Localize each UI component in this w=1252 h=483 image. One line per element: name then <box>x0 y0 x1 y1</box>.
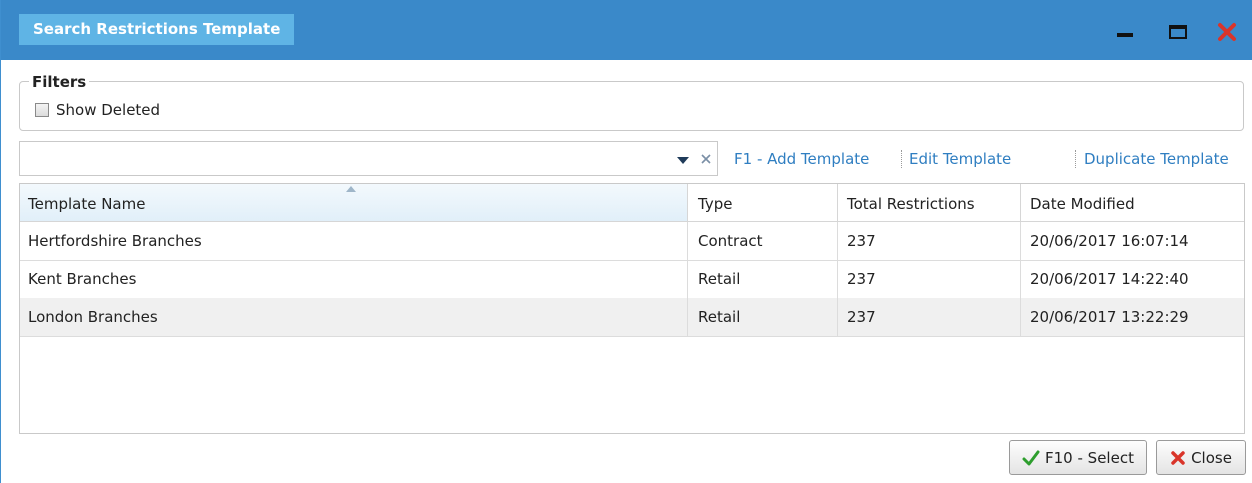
template-search-combo[interactable] <box>19 141 718 176</box>
cell-template-name: London Branches <box>20 298 688 336</box>
close-button-label: Close <box>1191 448 1232 467</box>
cell-type: Retail <box>688 298 838 336</box>
column-header-total-restrictions[interactable]: Total Restrictions <box>838 184 1021 221</box>
checkmark-icon <box>1022 450 1040 465</box>
templates-grid: Template Name Type Total Restrictions Da… <box>19 183 1245 434</box>
show-deleted-checkbox[interactable]: Show Deleted <box>35 100 160 120</box>
cell-total-restrictions: 237 <box>838 260 1021 298</box>
column-header-template-name[interactable]: Template Name <box>20 184 688 221</box>
cell-date-modified: 20/06/2017 16:07:14 <box>1030 232 1189 250</box>
filters-group: Filters Show Deleted <box>19 73 1244 131</box>
maximize-icon <box>1169 25 1187 39</box>
cell-total-restrictions: 237 <box>838 298 1021 336</box>
column-header-label: Type <box>698 195 733 213</box>
table-row[interactable]: Kent Branches Retail 237 20/06/2017 14:2… <box>20 260 1244 299</box>
column-header-label: Template Name <box>28 195 146 213</box>
edit-template-link[interactable]: Edit Template <box>909 150 1011 168</box>
minimize-icon <box>1117 33 1133 37</box>
table-row[interactable]: Hertfordshire Branches Contract 237 20/0… <box>20 222 1244 261</box>
add-template-link[interactable]: F1 - Add Template <box>734 150 869 168</box>
close-button[interactable]: Close <box>1156 440 1246 475</box>
filters-legend: Filters <box>29 73 90 91</box>
cell-date-modified: 20/06/2017 13:22:29 <box>1030 308 1189 326</box>
column-header-label: Total Restrictions <box>847 195 975 213</box>
clear-icon[interactable] <box>700 153 712 165</box>
cell-total-restrictions: 237 <box>838 222 1021 260</box>
title-bar[interactable]: Search Restrictions Template <box>1 0 1252 60</box>
cell-template-name: Hertfordshire Branches <box>20 222 688 260</box>
grid-header: Template Name Type Total Restrictions Da… <box>20 184 1244 222</box>
checkbox-box[interactable] <box>35 103 49 117</box>
column-header-label: Date Modified <box>1030 195 1135 213</box>
select-button[interactable]: F10 - Select <box>1009 440 1147 475</box>
cell-template-name: Kent Branches <box>20 260 688 298</box>
window-close-button[interactable] <box>1215 20 1239 44</box>
template-search-input[interactable] <box>24 146 668 173</box>
select-button-label: F10 - Select <box>1045 448 1134 467</box>
duplicate-template-link[interactable]: Duplicate Template <box>1084 150 1229 168</box>
show-deleted-label: Show Deleted <box>56 101 161 119</box>
cell-type: Retail <box>688 260 838 298</box>
table-row[interactable]: London Branches Retail 237 20/06/2017 13… <box>20 298 1244 337</box>
column-header-date-modified[interactable]: Date Modified <box>1021 184 1244 221</box>
sort-ascending-icon <box>346 186 356 192</box>
maximize-button[interactable] <box>1167 22 1191 40</box>
window-title: Search Restrictions Template <box>19 14 295 45</box>
dropdown-arrow-icon[interactable] <box>676 155 690 165</box>
close-x-icon <box>1171 450 1185 465</box>
dialog-window: Search Restrictions Template Filters Sho… <box>0 0 1252 483</box>
close-x-icon <box>1218 23 1236 41</box>
toolbar-separator <box>901 150 902 168</box>
column-header-type[interactable]: Type <box>688 184 838 221</box>
cell-type: Contract <box>688 222 838 260</box>
cell-date-modified: 20/06/2017 14:22:40 <box>1030 270 1189 288</box>
toolbar-separator <box>1075 150 1076 168</box>
minimize-button[interactable] <box>1114 22 1138 40</box>
